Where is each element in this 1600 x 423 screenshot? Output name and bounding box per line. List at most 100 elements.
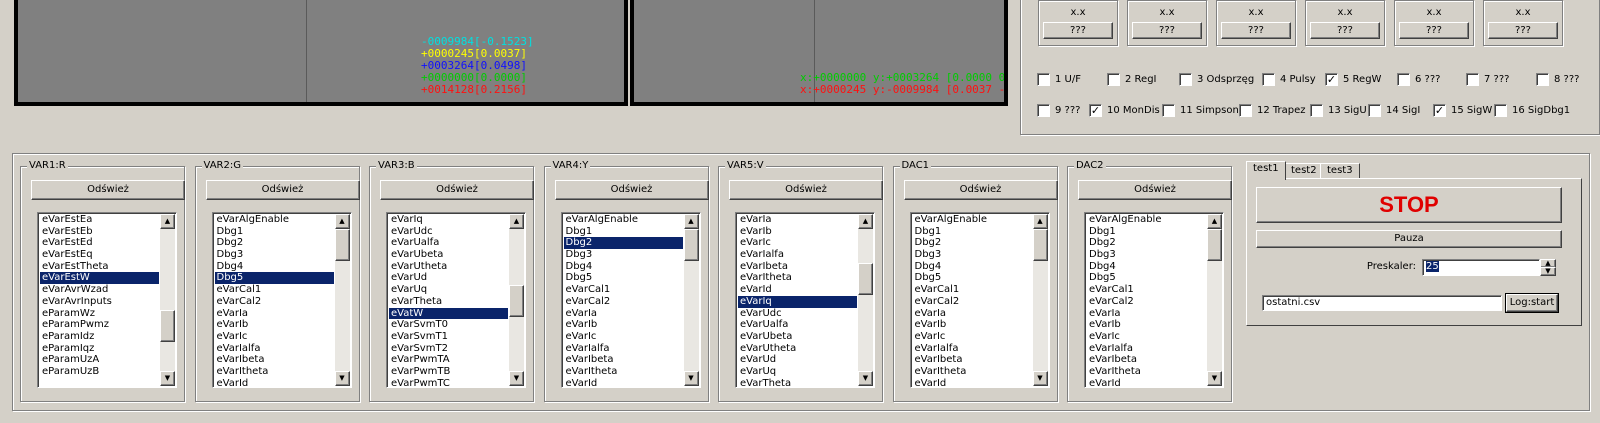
checkbox-box[interactable]: ✓ [1325, 73, 1338, 86]
listbox-scrollbar[interactable]: ▲ ▼ [160, 214, 175, 386]
list-item[interactable]: Dbg1 [215, 226, 334, 238]
scroll-up-icon[interactable]: ▲ [683, 214, 699, 229]
list-item[interactable]: eVarIb [913, 319, 1032, 331]
list-item[interactable]: eVarEstEa [40, 214, 159, 226]
listbox-scrollbar[interactable]: ▲ ▼ [1032, 214, 1048, 386]
list-item[interactable]: eVarIbeta [564, 354, 683, 366]
list-item[interactable]: eVarUq [389, 284, 508, 296]
scroll-down-icon[interactable]: ▼ [1032, 371, 1048, 386]
checkbox-5[interactable]: ✓ 5 RegW [1325, 73, 1381, 87]
list-item[interactable]: eVarTheta [738, 378, 857, 387]
stop-button[interactable]: STOP [1256, 187, 1562, 223]
checkbox-box[interactable] [1179, 73, 1192, 86]
list-item[interactable]: eVarIb [215, 319, 334, 331]
pause-button[interactable]: Pauza [1256, 230, 1562, 248]
list-item[interactable]: eVarIc [215, 331, 334, 343]
variable-listbox[interactable]: eVarAlgEnable Dbg1 Dbg2 Dbg3 Dbg4 Dbg5 eVarCal… [211, 212, 352, 388]
scroll-thumb[interactable] [1207, 229, 1222, 261]
list-item[interactable]: eVarCal1 [215, 284, 334, 296]
filename-input[interactable]: ostatni.csv [1262, 295, 1502, 311]
list-item[interactable]: eVarItheta [215, 366, 334, 378]
checkbox-14[interactable]: 14 SigI [1368, 104, 1420, 118]
refresh-button[interactable]: Odśwież [205, 180, 360, 200]
list-item[interactable]: eVarTheta [389, 296, 508, 308]
scroll-down-icon[interactable]: ▼ [334, 371, 350, 386]
refresh-button[interactable]: Odśwież [1078, 180, 1232, 200]
spin-down-icon[interactable]: ▼ [1540, 267, 1556, 276]
scroll-up-icon[interactable]: ▲ [160, 214, 175, 229]
list-item[interactable]: eVarId [738, 284, 857, 296]
listbox-scrollbar[interactable]: ▲ ▼ [1207, 214, 1222, 386]
tab-test2[interactable]: test2 [1284, 163, 1324, 179]
slot-button[interactable]: ??? [1488, 22, 1558, 39]
list-item[interactable]: eVarItheta [1087, 366, 1206, 378]
list-item[interactable]: eVarIc [564, 331, 683, 343]
list-item[interactable]: eVarPwmTC [389, 378, 508, 387]
scroll-thumb[interactable] [858, 263, 873, 295]
list-item[interactable]: eVarIa [913, 308, 1032, 320]
list-item[interactable]: eVarUbeta [389, 249, 508, 261]
list-item[interactable]: eVarIc [913, 331, 1032, 343]
list-item[interactable]: eVarIalfa [913, 343, 1032, 355]
checkbox-10[interactable]: ✓ 10 MonDis [1089, 104, 1160, 118]
checkbox-box[interactable] [1037, 73, 1050, 86]
list-item[interactable]: eVarAlgEnable [1087, 214, 1206, 226]
list-item[interactable]: eVarIbeta [913, 354, 1032, 366]
refresh-button[interactable]: Odśwież [31, 180, 185, 200]
list-item[interactable]: eVarCal2 [1087, 296, 1206, 308]
list-item[interactable]: eVarAvrWzad [40, 284, 159, 296]
scroll-down-icon[interactable]: ▼ [683, 371, 699, 386]
scroll-thumb[interactable] [160, 310, 175, 342]
list-item[interactable]: eVarItheta [913, 366, 1032, 378]
checkbox-13[interactable]: 13 SigU [1310, 104, 1367, 118]
list-item[interactable]: eVarAlgEnable [215, 214, 334, 226]
list-item[interactable]: eVarIbeta [1087, 354, 1206, 366]
list-item[interactable]: Dbg1 [913, 226, 1032, 238]
checkbox-box[interactable] [1107, 73, 1120, 86]
list-item[interactable]: eVarEstEb [40, 226, 159, 238]
list-item[interactable]: eVarIalfa [215, 343, 334, 355]
checkbox-16[interactable]: 16 SigDbg1 [1494, 104, 1570, 118]
list-item[interactable]: eVarUd [738, 354, 857, 366]
prescaler-input[interactable]: 25 [1422, 259, 1540, 276]
checkbox-box[interactable] [1162, 104, 1175, 117]
list-item[interactable]: eVarIq [738, 295, 857, 308]
list-item[interactable]: eVarUdc [389, 226, 508, 238]
variable-listbox[interactable]: eVarAlgEnable Dbg1 Dbg2 Dbg3 Dbg4 Dbg5 eVarCal… [560, 212, 701, 388]
list-item[interactable]: eVarUbeta [738, 331, 857, 343]
list-item[interactable]: Dbg3 [215, 249, 334, 261]
list-item[interactable]: eVarIb [564, 319, 683, 331]
checkbox-box[interactable] [1368, 104, 1381, 117]
list-item[interactable]: eVarId [215, 378, 334, 387]
list-item[interactable]: eVarEstEd [40, 237, 159, 249]
list-item[interactable]: eVarItheta [564, 366, 683, 378]
scroll-up-icon[interactable]: ▲ [1032, 214, 1048, 229]
list-item[interactable]: eVarAvrInputs [40, 296, 159, 308]
list-item[interactable]: Dbg5 [913, 272, 1032, 284]
checkbox-9[interactable]: 9 ??? [1037, 104, 1080, 118]
checkbox-12[interactable]: 12 Trapez [1239, 104, 1306, 118]
list-item[interactable]: eVarIa [215, 308, 334, 320]
list-item[interactable]: Dbg2 [913, 237, 1032, 249]
list-item[interactable]: eVarIa [738, 214, 857, 226]
listbox-scrollbar[interactable]: ▲ ▼ [683, 214, 699, 386]
list-item[interactable]: eVarSvmT0 [389, 319, 508, 331]
list-item[interactable]: eParamWz [40, 308, 159, 320]
variable-listbox[interactable]: eVarEstEa eVarEstEb eVarEstEd eVarEstEq eVar… [37, 212, 177, 388]
variable-listbox[interactable]: eVarIq eVarUdc eVarUalfa eVarUbeta eVarUthet… [386, 212, 526, 388]
checkbox-1[interactable]: 1 U/F [1037, 73, 1081, 87]
list-item[interactable]: Dbg4 [1087, 261, 1206, 273]
list-item[interactable]: eVarCal1 [1087, 284, 1206, 296]
list-item[interactable]: eVatW [389, 307, 508, 320]
list-item[interactable]: Dbg2 [215, 237, 334, 249]
listbox-scrollbar[interactable]: ▲ ▼ [334, 214, 350, 386]
slot-button[interactable]: ??? [1132, 22, 1202, 39]
list-item[interactable]: eVarAlgEnable [564, 214, 683, 226]
checkbox-box[interactable] [1239, 104, 1252, 117]
list-item[interactable]: eVarId [564, 378, 683, 387]
slot-button[interactable]: ??? [1310, 22, 1380, 39]
list-item[interactable]: eVarUalfa [738, 319, 857, 331]
list-item[interactable]: eVarIa [1087, 308, 1206, 320]
list-item[interactable]: eVarUq [738, 366, 857, 378]
list-item[interactable]: eVarUalfa [389, 237, 508, 249]
